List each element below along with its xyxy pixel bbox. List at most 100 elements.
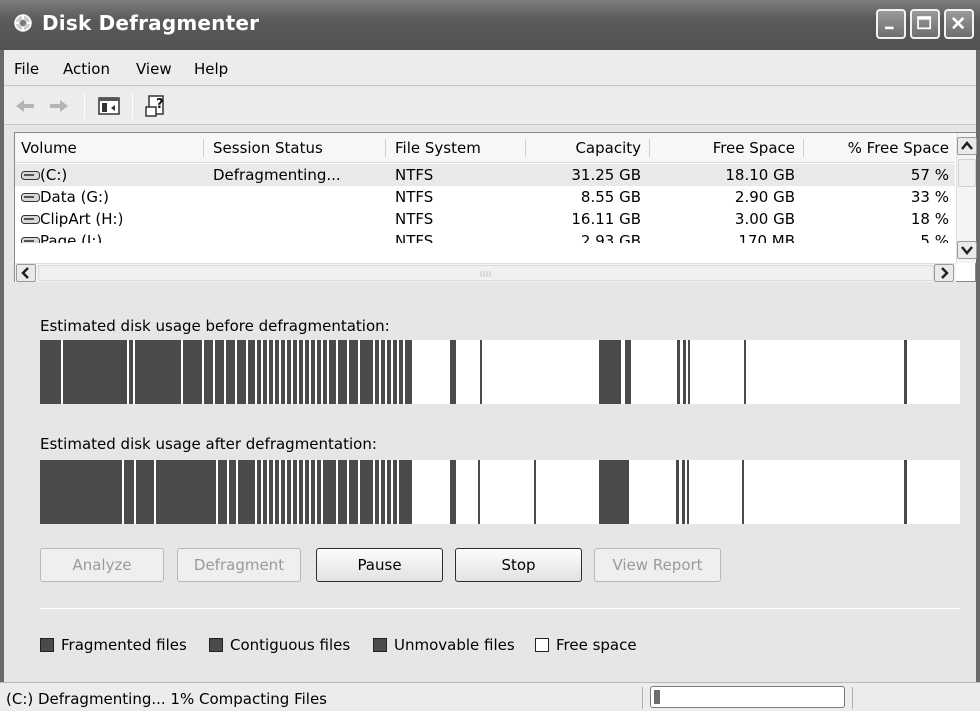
horizontal-scroll-thumb[interactable] (38, 265, 934, 281)
usage-before-graphic (40, 340, 907, 404)
scroll-right-icon (941, 267, 949, 279)
disk-defragmenter-window: Disk Defragmenter File Action View Help (0, 0, 980, 711)
usage-before-label: Estimated disk usage before defragmentat… (40, 317, 390, 335)
analyze-button[interactable]: Analyze (40, 548, 164, 582)
window-title: Disk Defragmenter (42, 11, 260, 35)
defrag-progress-bar (650, 686, 845, 708)
menu-action[interactable]: Action (63, 60, 110, 78)
close-button[interactable] (944, 9, 974, 39)
stop-button[interactable]: Stop (455, 548, 582, 582)
usage-before-bar (40, 340, 960, 404)
toolbar-separator (132, 93, 133, 119)
free-space: 18.10 GB (725, 166, 795, 184)
legend-fragmented: Fragmented files (40, 636, 187, 654)
vertical-scroll-thumb[interactable] (958, 159, 976, 187)
capacity: 31.25 GB (571, 166, 641, 184)
column-header-capacity[interactable]: Capacity (535, 139, 641, 157)
usage-after-label: Estimated disk usage after defragmentati… (40, 435, 377, 453)
unmovable-swatch (373, 638, 387, 652)
menu-file[interactable]: File (14, 60, 39, 78)
status-bar: (C:) Defragmenting... 1% Compacting File… (0, 682, 980, 711)
pause-button[interactable]: Pause (316, 548, 443, 582)
percent-free: 5 % (920, 232, 949, 250)
legend-contiguous-label: Contiguous files (230, 636, 351, 654)
column-divider[interactable] (385, 139, 386, 157)
column-header-free-space[interactable]: Free Space (659, 139, 795, 157)
percent-free: 18 % (910, 210, 949, 228)
hard-drive-icon (21, 215, 40, 224)
volume-row[interactable]: ClipArt (H:) NTFS 16.11 GB 3.00 GB 18 % (15, 208, 955, 230)
column-header-session-status[interactable]: Session Status (213, 139, 323, 157)
hard-drive-icon (21, 171, 40, 180)
svg-text:?: ? (156, 97, 164, 112)
volume-row[interactable]: Page (J:) NTFS 2.93 GB 170 MB 5 % (15, 230, 955, 250)
legend-free-space-label: Free space (556, 636, 637, 654)
scroll-down-button[interactable] (957, 241, 977, 259)
capacity: 2.93 GB (580, 232, 641, 250)
legend-fragmented-label: Fragmented files (61, 636, 187, 654)
volume-name: ClipArt (H:) (40, 210, 124, 228)
view-report-button[interactable]: View Report (594, 548, 721, 582)
help-icon[interactable]: ? (144, 93, 170, 119)
legend-unmovable-label: Unmovable files (394, 636, 515, 654)
defragment-button[interactable]: Defragment (177, 548, 301, 582)
scroll-up-button[interactable] (957, 137, 977, 155)
scroll-left-icon (21, 267, 29, 279)
session-status: Defragmenting... (213, 166, 341, 184)
volume-name: Data (G:) (40, 188, 109, 206)
volume-name: Page (J:) (40, 232, 103, 250)
progress-fill (654, 690, 660, 704)
file-system: NTFS (395, 210, 434, 228)
menu-help[interactable]: Help (194, 60, 228, 78)
hard-drive-icon (21, 237, 40, 243)
free-space-swatch (535, 638, 549, 652)
capacity: 8.55 GB (580, 188, 641, 206)
toolbar-separator (84, 93, 85, 119)
column-divider[interactable] (649, 139, 650, 157)
defrag-app-icon (14, 14, 32, 32)
title-bar[interactable]: Disk Defragmenter (0, 0, 980, 50)
scroll-down-icon (961, 246, 973, 255)
menu-bar: File Action View Help (4, 50, 976, 86)
file-system: NTFS (395, 166, 434, 184)
scroll-up-icon (961, 141, 973, 150)
volume-row[interactable]: (C:) Defragmenting... NTFS 31.25 GB 18.1… (15, 164, 955, 186)
column-header-volume[interactable]: Volume (21, 139, 77, 157)
forward-arrow-icon[interactable] (46, 93, 72, 119)
file-system: NTFS (395, 188, 434, 206)
column-divider[interactable] (203, 139, 204, 157)
minimize-icon (884, 26, 894, 30)
vertical-scrollbar[interactable] (956, 133, 977, 263)
column-header-percent-free[interactable]: % Free Space (811, 139, 949, 157)
hard-drive-icon (21, 193, 40, 202)
file-system: NTFS (395, 232, 434, 250)
minimize-button[interactable] (876, 9, 906, 39)
column-divider[interactable] (803, 139, 804, 157)
scroll-left-button[interactable] (16, 264, 36, 282)
volume-list[interactable]: Volume Session Status File System Capaci… (14, 132, 977, 282)
close-icon (952, 17, 965, 30)
scroll-grip-icon (480, 271, 491, 277)
volume-name: (C:) (40, 166, 68, 184)
contiguous-swatch (209, 638, 223, 652)
percent-free: 57 % (910, 166, 949, 184)
legend-unmovable: Unmovable files (373, 636, 515, 654)
back-arrow-icon[interactable] (12, 93, 38, 119)
maximize-button[interactable] (910, 9, 940, 39)
usage-after-bar (40, 460, 960, 524)
free-space: 2.90 GB (734, 188, 795, 206)
scroll-right-button[interactable] (934, 264, 954, 282)
fragmented-swatch (40, 638, 54, 652)
column-header-file-system[interactable]: File System (395, 139, 481, 157)
volume-row[interactable]: Data (G:) NTFS 8.55 GB 2.90 GB 33 % (15, 186, 955, 208)
divider-line (40, 608, 960, 609)
menu-view[interactable]: View (136, 60, 172, 78)
horizontal-scrollbar[interactable] (15, 263, 956, 282)
capacity: 16.11 GB (571, 210, 641, 228)
toolbar: ? (4, 87, 976, 125)
column-divider[interactable] (525, 139, 526, 157)
show-hide-console-tree-icon[interactable] (96, 93, 122, 119)
legend-free-space: Free space (535, 636, 637, 654)
free-space: 170 MB (738, 232, 795, 250)
maximize-icon (917, 16, 932, 30)
